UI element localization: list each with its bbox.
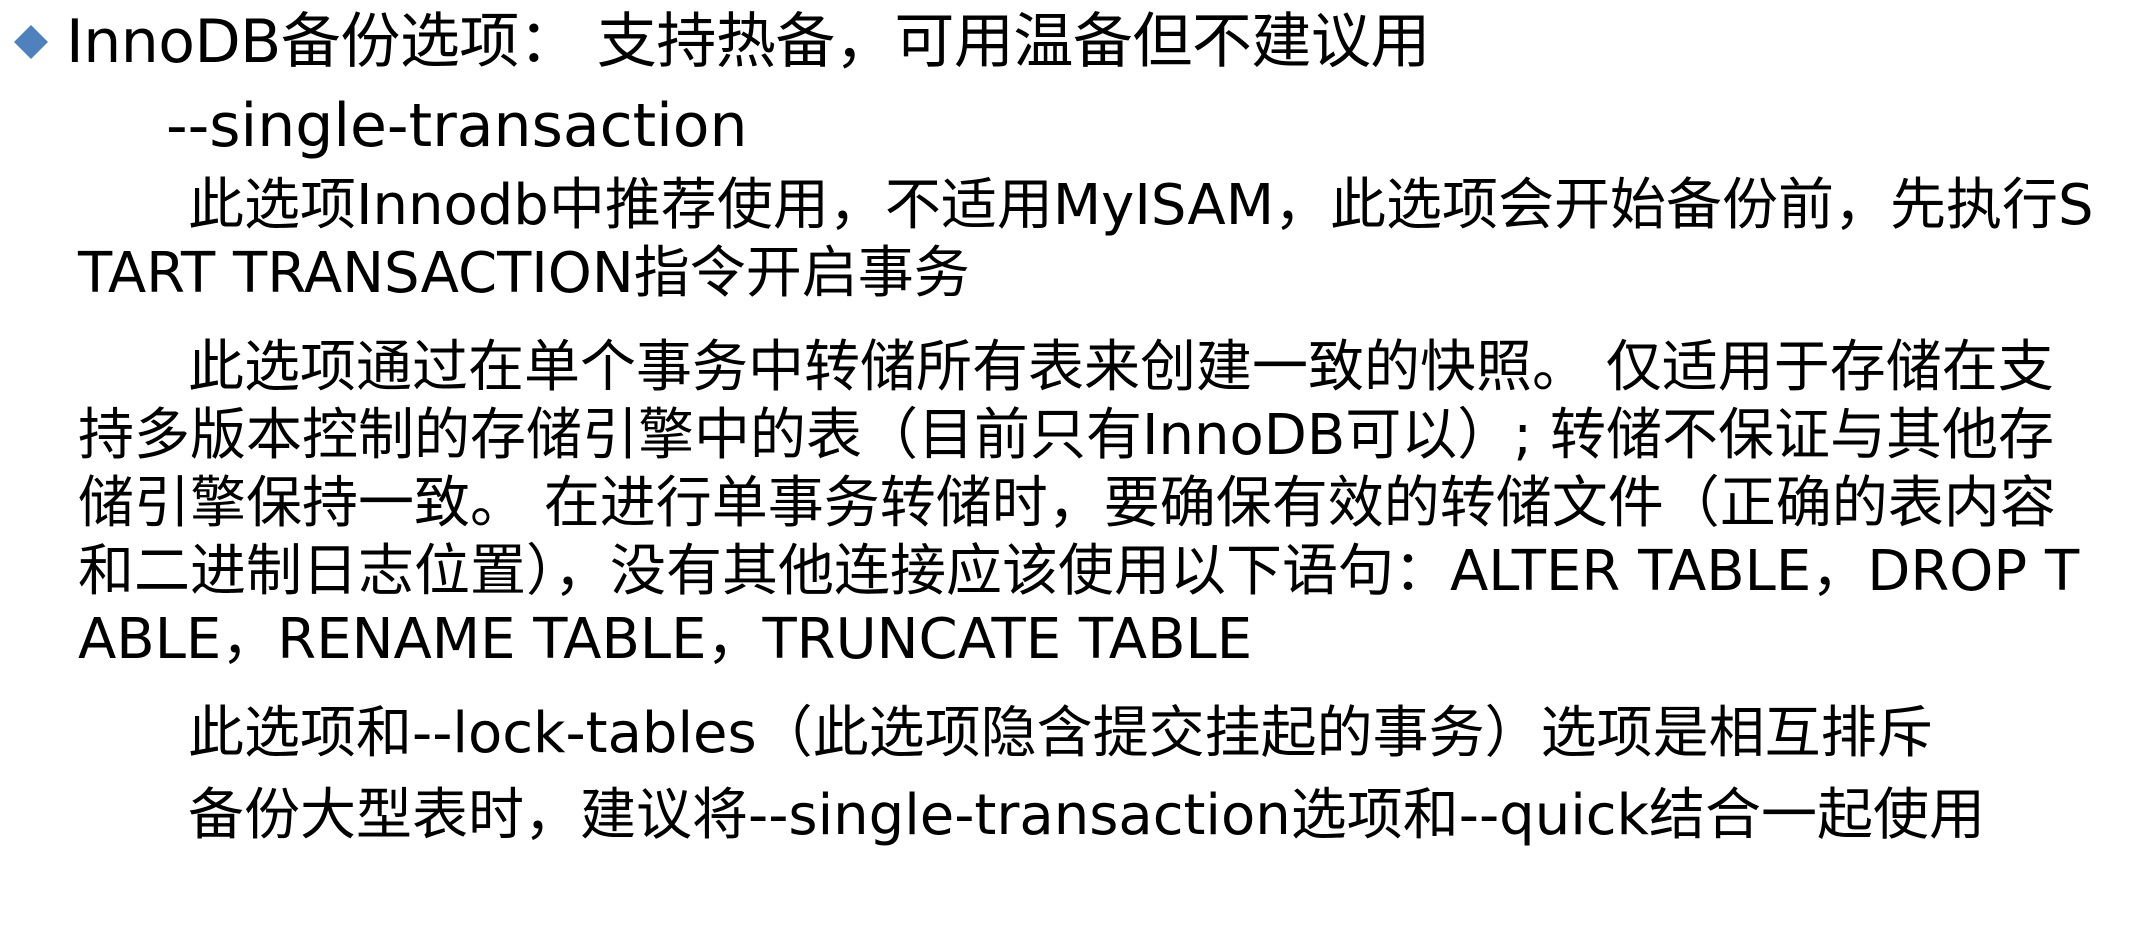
- diamond-bullet-icon: [14, 25, 48, 59]
- bullet-heading-row: InnoDB备份选项： 支持热备，可用温备但不建议用: [14, 6, 1430, 78]
- paragraph-large-table-tip: 备份大型表时，建议将--single-transaction选项和--quick…: [188, 783, 1985, 848]
- paragraph-innodb-recommendation: 此选项Innodb中推荐使用，不适用MyISAM，此选项会开始备份前，先执行ST…: [78, 173, 2094, 306]
- slide: InnoDB备份选项： 支持热备，可用温备但不建议用 --single-tran…: [0, 0, 2155, 930]
- paragraph-consistent-snapshot: 此选项通过在单个事务中转储所有表来创建一致的快照。 仅适用于存储在支持多版本控制…: [78, 335, 2080, 672]
- option-name: --single-transaction: [166, 91, 748, 161]
- heading-text: InnoDB备份选项： 支持热备，可用温备但不建议用: [66, 7, 1430, 77]
- paragraph-lock-tables-exclusive: 此选项和--lock-tables（此选项隐含提交挂起的事务）选项是相互排斥: [188, 701, 1933, 766]
